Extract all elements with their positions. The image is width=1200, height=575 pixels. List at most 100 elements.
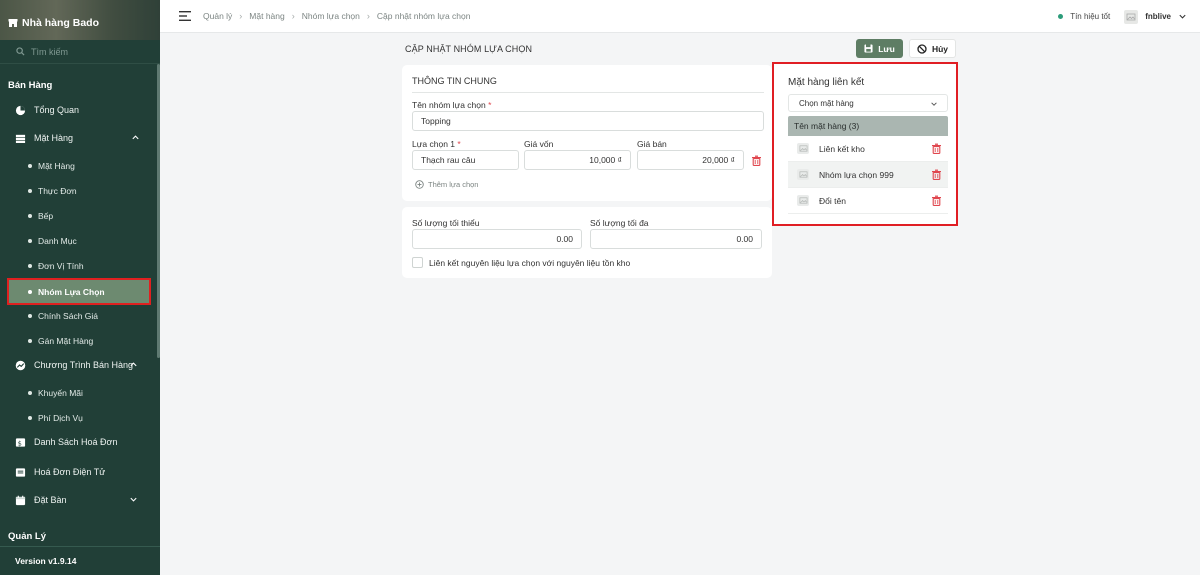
sidebar-subitem-kitchen[interactable]: Bếp [0, 206, 156, 226]
search-icon [16, 47, 25, 56]
add-option-button[interactable]: Thêm lựa chọn [415, 180, 478, 189]
sidebar-item-label: Hoá Đơn Điện Tử [34, 467, 106, 477]
price-label: Giá bán [637, 139, 667, 149]
breadcrumb-item[interactable]: Nhóm lựa chọn [302, 11, 360, 21]
sidebar-subitem-products[interactable]: Mặt Hàng [0, 156, 156, 176]
sidebar-subitem-option-group[interactable]: Nhóm Lựa Chọn [7, 278, 151, 305]
section-title-sales: Bán Hàng [8, 80, 53, 91]
sidebar-subitem-assign-product[interactable]: Gán Mặt Hàng [0, 331, 156, 351]
quantity-card: Số lượng tối thiểu 0.00 Số lượng tối đa … [402, 207, 772, 278]
menu-toggle-icon[interactable] [179, 11, 191, 21]
avatar[interactable] [1124, 9, 1139, 24]
sidebar-item-label: Mặt Hàng [34, 133, 74, 143]
trash-icon[interactable] [931, 143, 942, 154]
signal-status-icon [1058, 14, 1064, 19]
trend-icon [15, 360, 25, 370]
group-name-input[interactable]: Topping [412, 111, 764, 131]
linked-items-title: Mặt hàng liên kết [788, 77, 865, 88]
max-quantity-label: Số lượng tối đa [590, 218, 649, 228]
image-placeholder-icon [799, 145, 807, 152]
plus-circle-icon [415, 180, 424, 189]
invoice-icon: $ [15, 437, 25, 447]
floppy-disk-icon [864, 44, 873, 53]
sidebar: Nhà hàng Bado Tìm kiếm Bán Hàng Tổng Qua… [0, 0, 160, 575]
sidebar-item-label: Đặt Bàn [34, 495, 67, 505]
min-quantity-input[interactable]: 0.00 [412, 229, 582, 249]
trash-icon[interactable] [931, 195, 942, 206]
cost-label: Giá vốn [524, 139, 554, 149]
breadcrumb-separator-icon: › [239, 11, 243, 21]
breadcrumb-item[interactable]: Quản lý [203, 11, 232, 21]
price-input[interactable]: 20,000 ₫ [637, 150, 744, 170]
max-quantity-input[interactable]: 0.00 [590, 229, 762, 249]
trash-icon[interactable] [931, 169, 942, 180]
pie-chart-icon [15, 105, 25, 115]
page-title: CẬP NHẬT NHÓM LỰA CHỌN [405, 44, 533, 54]
linked-table-header: Tên mặt hàng (3) [788, 116, 948, 136]
cancel-button[interactable]: Hủy [909, 39, 956, 58]
chevron-up-icon [130, 362, 137, 367]
sidebar-subitem-price-policy[interactable]: Chính Sách Giá [0, 306, 156, 326]
option-name-input[interactable]: Thạch rau câu [412, 150, 519, 170]
sidebar-item-label: Chương Trình Bán Hàng [34, 360, 133, 370]
sidebar-item-overview[interactable]: Tổng Quan [0, 100, 156, 120]
sidebar-subitem-promotion[interactable]: Khuyến Mãi [0, 383, 156, 403]
image-placeholder-icon [1126, 13, 1136, 20]
sidebar-subitem-unit[interactable]: Đơn Vị Tính [0, 256, 156, 276]
breadcrumb-current: Cập nhật nhóm lựa chọn [376, 11, 471, 21]
linked-items-panel: Mặt hàng liên kết Chọn mặt hàng Tên mặt … [772, 62, 958, 226]
sidebar-subitem-service-fee[interactable]: Phí Dịch Vụ [0, 408, 156, 428]
ban-icon [917, 43, 927, 54]
table-row: Đổi tên [788, 188, 948, 214]
sidebar-item-invoice-list[interactable]: $ Danh Sách Hoá Đơn [0, 432, 156, 452]
cancel-button-label: Hủy [931, 43, 949, 54]
chevron-up-icon [132, 135, 139, 140]
sidebar-item-reservation[interactable]: Đặt Bàn [0, 490, 156, 510]
sidebar-subitem-category[interactable]: Danh Mục [0, 231, 156, 251]
brand-name: Nhà hàng Bado [22, 17, 100, 29]
group-name-label: Tên nhóm lựa chọn * [412, 100, 492, 110]
link-ingredient-checkbox[interactable] [412, 257, 423, 268]
image-placeholder-icon [799, 197, 807, 204]
topbar-right: Tín hiệu tốt fnblive [1058, 0, 1200, 33]
trash-icon[interactable] [751, 155, 762, 166]
signal-status: Tín hiệu tốt [1070, 12, 1111, 21]
min-quantity-label: Số lượng tối thiểu [412, 218, 480, 228]
breadcrumb: Quản lý › Mặt hàng › Nhóm lựa chọn › Cập… [203, 11, 470, 21]
sidebar-item-products[interactable]: Mặt Hàng [0, 128, 156, 148]
breadcrumb-item[interactable]: Mặt hàng [249, 11, 284, 21]
chevron-down-icon[interactable] [1178, 12, 1187, 21]
linked-item-name: Liên kết kho [819, 143, 865, 154]
receipt-icon [15, 467, 25, 477]
sidebar-scrollbar[interactable] [157, 64, 160, 358]
chevron-down-icon [931, 102, 937, 106]
linked-item-name: Đổi tên [819, 195, 846, 206]
product-select[interactable]: Chọn mặt hàng [788, 94, 948, 112]
section-title-manage: Quản Lý [8, 531, 47, 542]
product-select-placeholder: Chọn mặt hàng [799, 99, 854, 108]
sidebar-item-label: Tổng Quan [34, 105, 80, 115]
sidebar-item-e-invoice[interactable]: Hoá Đơn Điện Tử [0, 462, 156, 482]
breadcrumb-separator-icon: › [366, 11, 370, 21]
stack-icon [15, 134, 25, 143]
option-label: Lựa chọn 1 * [412, 139, 461, 149]
link-ingredient-label: Liên kết nguyên liệu lựa chọn với nguyên… [429, 258, 631, 268]
chevron-down-icon [130, 497, 137, 502]
add-option-label: Thêm lựa chọn [428, 180, 479, 189]
linked-item-name: Nhóm lựa chọn 999 [819, 169, 894, 180]
svg-text:$: $ [17, 439, 21, 447]
sidebar-subitem-menu[interactable]: Thực Đơn [0, 181, 156, 201]
cost-input[interactable]: 10,000 ₫ [524, 150, 631, 170]
table-row: Liên kết kho [788, 136, 948, 162]
brand-banner: Nhà hàng Bado [0, 0, 160, 40]
sidebar-item-label: Danh Sách Hoá Đơn [34, 437, 118, 447]
brand-title[interactable]: Nhà hàng Bado [8, 17, 99, 29]
sidebar-search[interactable]: Tìm kiếm [0, 40, 160, 64]
search-placeholder: Tìm kiếm [31, 46, 68, 57]
username[interactable]: fnblive [1145, 12, 1171, 21]
save-button[interactable]: Lưu [856, 39, 903, 58]
store-icon [8, 19, 18, 27]
topbar: Quản lý › Mặt hàng › Nhóm lựa chọn › Cập… [160, 0, 1200, 33]
sidebar-item-sales-program[interactable]: Chương Trình Bán Hàng [0, 355, 156, 375]
calendar-icon [15, 495, 25, 505]
